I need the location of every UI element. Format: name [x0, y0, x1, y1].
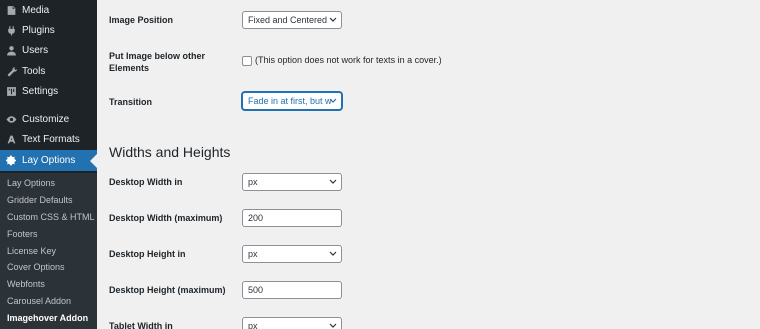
desktop-width-in-label: Desktop Width in [109, 177, 183, 187]
put-image-below-label-line2: Elements [109, 63, 150, 73]
chevron-down-icon [329, 251, 337, 256]
submenu-item-cover-options[interactable]: Cover Options [7, 260, 65, 274]
menu-item-label: Plugins [22, 24, 55, 36]
select-value: Fixed and Centered [248, 15, 328, 25]
menu-item-label: Tools [22, 65, 46, 77]
desktop-height-in-select[interactable]: px [242, 245, 342, 263]
tablet-width-in-select[interactable]: px [242, 317, 342, 329]
menu-item-users[interactable]: Users [0, 40, 97, 60]
menu-item-label: Text Formats [22, 133, 80, 145]
lay-options-submenu: Lay Options Gridder Defaults Custom CSS … [0, 173, 97, 329]
menu-item-tools[interactable]: Tools [0, 61, 97, 81]
chevron-down-icon [329, 17, 337, 22]
transition-label: Transition [109, 97, 153, 107]
put-image-below-label: Put Image below other Elements [109, 50, 205, 74]
select-value: Fade in at first, but w [248, 96, 332, 106]
image-position-label: Image Position [109, 15, 174, 25]
customize-icon [6, 114, 17, 125]
settings-icon [6, 86, 17, 97]
desktop-height-in-label: Desktop Height in [109, 249, 186, 259]
submenu-item-lay-options[interactable]: Lay Options [7, 176, 55, 190]
menu-item-label: Media [22, 4, 50, 16]
desktop-height-max-label: Desktop Height (maximum) [109, 285, 226, 295]
image-position-select[interactable]: Fixed and Centered [242, 11, 342, 29]
menu-item-lay-options[interactable]: Lay Options [0, 150, 97, 171]
tools-icon [6, 66, 17, 77]
submenu-item-custom-css-html[interactable]: Custom CSS & HTML [7, 210, 95, 224]
media-icon [6, 5, 17, 16]
desktop-width-in-select[interactable]: px [242, 173, 342, 191]
chevron-down-icon [329, 179, 337, 184]
settings-form: Image Position Fixed and Centered Put Im… [97, 0, 760, 329]
submenu-item-footers[interactable]: Footers [7, 227, 38, 241]
desktop-height-max-input[interactable]: 500 [242, 281, 342, 299]
submenu-item-gridder-defaults[interactable]: Gridder Defaults [7, 193, 73, 207]
submenu-item-license-key[interactable]: License Key [7, 244, 56, 258]
submenu-item-carousel-addon[interactable]: Carousel Addon [7, 294, 71, 308]
section-title: Widths and Heights [109, 144, 231, 160]
put-image-below-label-line1: Put Image below other [109, 51, 206, 61]
submenu-item-webfonts[interactable]: Webfonts [7, 277, 45, 291]
select-value: px [248, 249, 258, 259]
menu-item-settings[interactable]: Settings [0, 81, 97, 101]
menu-item-text-formats[interactable]: Text Formats [0, 129, 97, 149]
users-icon [6, 45, 17, 56]
chevron-down-icon [329, 323, 337, 328]
plugins-icon [6, 25, 17, 36]
menu-item-label: Settings [22, 85, 59, 97]
menu-item-label: Customize [22, 113, 70, 125]
select-value: px [248, 321, 258, 329]
submenu-item-imagehover-addon[interactable]: Imagehover Addon [7, 311, 88, 325]
tablet-width-in-label: Tablet Width in [109, 321, 173, 329]
text-formats-icon [6, 134, 17, 145]
menu-item-media[interactable]: Media [0, 0, 97, 20]
desktop-width-max-input[interactable]: 200 [242, 209, 342, 227]
put-image-below-checkbox[interactable] [242, 56, 252, 66]
put-image-below-note: (This option does not work for texts in … [255, 55, 442, 65]
select-value: px [248, 177, 258, 187]
transition-select[interactable]: Fade in at first, but w [242, 92, 342, 110]
desktop-width-max-label: Desktop Width (maximum) [109, 213, 223, 223]
menu-item-label: Lay Options [22, 155, 76, 166]
menu-item-customize[interactable]: Customize [0, 109, 97, 129]
chevron-down-icon [329, 98, 337, 103]
menu-item-label: Users [22, 44, 49, 56]
gear-icon [6, 155, 17, 166]
menu-item-plugins[interactable]: Plugins [0, 20, 97, 40]
admin-sidebar: Media Plugins Users Tools Settings Custo… [0, 0, 97, 329]
